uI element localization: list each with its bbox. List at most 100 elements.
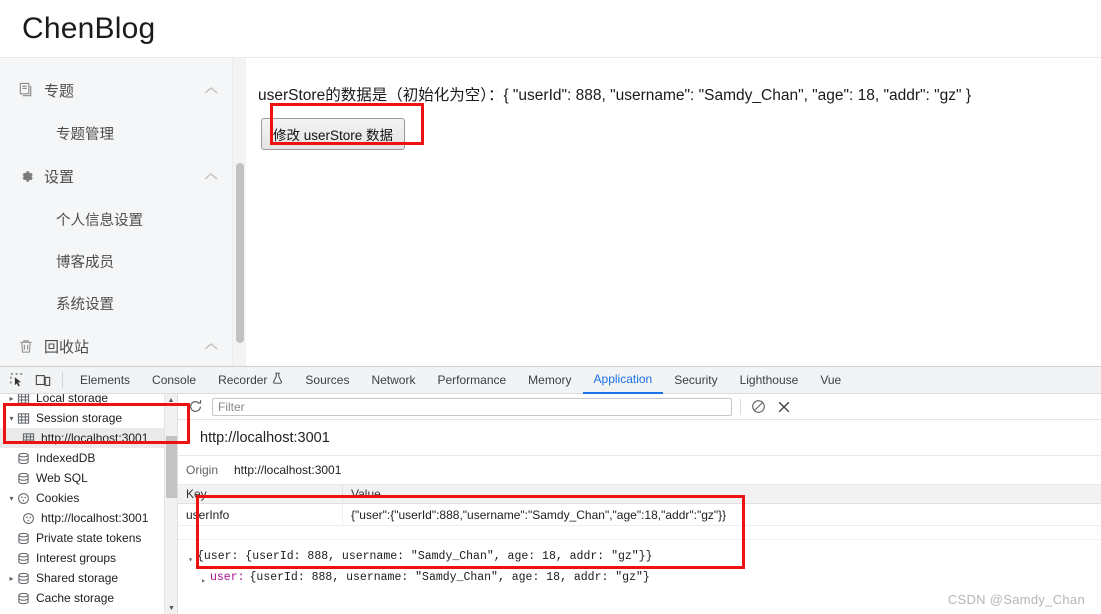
filter-input[interactable] xyxy=(212,397,732,416)
tree-item-session-storage-origin[interactable]: http://localhost:3001 xyxy=(0,428,177,448)
tab-label: Sources xyxy=(305,373,350,387)
tab-memory[interactable]: Memory xyxy=(517,367,582,393)
chevron-up-icon[interactable] xyxy=(204,342,218,351)
table-empty-row xyxy=(178,526,1101,540)
trash-icon xyxy=(18,338,44,355)
cell-key[interactable]: userInfo xyxy=(178,504,343,525)
origin-title: http://localhost:3001 xyxy=(178,420,1101,456)
tree-item-shared-storage[interactable]: ▸ Shared storage xyxy=(0,568,177,588)
storage-tree-scrollbar-thumb[interactable] xyxy=(166,436,177,498)
app-body: 专题 专题管理 设置 个人信息设置 博客成员 系统设置 回收站 userStor… xyxy=(0,58,1101,366)
clear-all-icon[interactable] xyxy=(749,398,767,416)
flask-icon xyxy=(272,367,283,393)
gear-icon xyxy=(18,168,44,185)
app-brand-title: ChenBlog xyxy=(22,11,156,45)
preview-root-text: {user: {userId: 888, username: "Samdy_Ch… xyxy=(197,550,653,563)
database-icon xyxy=(17,532,34,545)
preview-value-user: {userId: 888, username: "Samdy_Chan", ag… xyxy=(249,571,650,584)
page-scrollbar-thumb[interactable] xyxy=(236,163,244,343)
tab-performance[interactable]: Performance xyxy=(426,367,517,393)
tab-network[interactable]: Network xyxy=(360,367,426,393)
store-data-text: userStore的数据是（初始化为空）：{ "userId": 888, "u… xyxy=(258,87,972,104)
tab-label: Elements xyxy=(80,373,131,387)
twisty-expanded-icon[interactable]: ▾ xyxy=(6,494,17,503)
documents-icon xyxy=(18,82,44,99)
modify-userstore-button[interactable]: 修改 userStore 数据 xyxy=(261,118,406,150)
twisty-expanded-icon[interactable]: ▾ xyxy=(6,414,17,423)
web-app-region: ChenBlog 专题 专题管理 设置 个人信息设置 博客成员 系统设置 回收站… xyxy=(0,0,1101,366)
tree-item-indexeddb[interactable]: IndexedDB xyxy=(0,448,177,468)
tree-item-web-sql[interactable]: Web SQL xyxy=(0,468,177,488)
tab-label: Vue xyxy=(820,373,842,387)
sidebar-item-system-settings[interactable]: 系统设置 xyxy=(0,282,232,324)
sidebar-item-recycle-bin[interactable]: 回收站 xyxy=(0,324,232,366)
twisty-collapsed-icon[interactable]: ▸ xyxy=(6,394,17,403)
chevron-up-icon[interactable] xyxy=(204,172,218,181)
tree-item-label: Web SQL xyxy=(36,471,88,485)
tab-label: Application xyxy=(593,371,653,386)
cell-value[interactable]: {"user":{"userId":888,"username":"Samdy_… xyxy=(343,504,1101,525)
scroll-up-arrow-icon[interactable]: ▲ xyxy=(165,394,177,407)
tab-security[interactable]: Security xyxy=(663,367,728,393)
scroll-down-arrow-icon[interactable]: ▼ xyxy=(165,602,177,614)
tree-item-label: Interest groups xyxy=(36,551,117,565)
table-icon xyxy=(17,394,34,405)
value-preview-pane: ▾ {user: {userId: 888, username: "Samdy_… xyxy=(178,540,1101,590)
preview-line-root[interactable]: ▾ {user: {userId: 888, username: "Samdy_… xyxy=(184,548,1101,569)
toolbar-divider xyxy=(62,372,63,388)
column-header-key[interactable]: Key xyxy=(178,485,343,503)
storage-detail-panel: http://localhost:3001 Origin http://loca… xyxy=(178,394,1101,614)
tab-console[interactable]: Console xyxy=(141,367,207,393)
sidebar-item-topics[interactable]: 专题 xyxy=(0,68,232,112)
device-toolbar-icon[interactable] xyxy=(30,368,56,392)
tree-item-cookies-origin[interactable]: http://localhost:3001 xyxy=(0,508,177,528)
sidebar-item-label: 专题管理 xyxy=(56,126,114,143)
column-header-value[interactable]: Value xyxy=(343,485,1101,503)
delete-selected-icon[interactable] xyxy=(775,398,793,416)
tab-application[interactable]: Application xyxy=(582,367,664,394)
tree-item-label: Session storage xyxy=(36,411,123,425)
tab-vue[interactable]: Vue xyxy=(809,367,852,393)
tree-item-private-state-tokens[interactable]: Private state tokens xyxy=(0,528,177,548)
tab-label: Memory xyxy=(528,373,572,387)
twisty-collapsed-icon[interactable]: ▸ xyxy=(6,574,17,583)
tree-item-session-storage[interactable]: ▾ Session storage xyxy=(0,408,177,428)
storage-filter-bar xyxy=(178,394,1101,420)
tree-item-label: IndexedDB xyxy=(36,451,96,465)
tab-elements[interactable]: Elements xyxy=(69,367,141,393)
tree-item-interest-groups[interactable]: Interest groups xyxy=(0,548,177,568)
refresh-icon[interactable] xyxy=(186,398,204,416)
tab-lighthouse[interactable]: Lighthouse xyxy=(729,367,810,393)
twisty-expanded-icon[interactable]: ▾ xyxy=(184,548,197,569)
tab-label: Lighthouse xyxy=(739,373,799,387)
page-scrollbar[interactable] xyxy=(232,58,246,366)
storage-key-value-table: Key Value userInfo {"user":{"userId":888… xyxy=(178,485,1101,540)
inspect-element-icon[interactable] xyxy=(4,368,30,392)
origin-value: http://localhost:3001 xyxy=(234,463,342,477)
sidebar-item-blog-members[interactable]: 博客成员 xyxy=(0,240,232,282)
tree-item-local-storage[interactable]: ▸ Local storage xyxy=(0,394,177,408)
preview-line-user[interactable]: ▸ user: {userId: 888, username: "Samdy_C… xyxy=(184,569,1101,590)
sidebar-item-label: 个人信息设置 xyxy=(56,212,143,229)
storage-tree-scrollbar[interactable]: ▲ ▼ xyxy=(164,394,177,614)
csdn-watermark: CSDN @Samdy_Chan xyxy=(947,592,1085,607)
app-main-content: userStore的数据是（初始化为空）：{ "userId": 888, "u… xyxy=(246,58,1101,366)
tree-item-cache-storage[interactable]: Cache storage xyxy=(0,588,177,608)
tree-item-label: http://localhost:3001 xyxy=(41,431,149,445)
twisty-collapsed-icon[interactable]: ▸ xyxy=(197,569,210,590)
database-icon xyxy=(17,452,34,465)
sidebar-item-topic-management[interactable]: 专题管理 xyxy=(0,112,232,154)
tree-item-cookies[interactable]: ▾ Cookies xyxy=(0,488,177,508)
chevron-up-icon[interactable] xyxy=(204,86,218,95)
tree-item-label: Private state tokens xyxy=(36,531,142,545)
devtools-tabbar: Elements Console Recorder Sources Networ… xyxy=(0,367,1101,394)
table-row[interactable]: userInfo {"user":{"userId":888,"username… xyxy=(178,504,1101,526)
sidebar-item-label: 博客成员 xyxy=(56,254,114,271)
origin-row: Origin http://localhost:3001 xyxy=(178,456,1101,485)
tab-sources[interactable]: Sources xyxy=(294,367,360,393)
sidebar-item-settings[interactable]: 设置 xyxy=(0,154,232,198)
tab-recorder[interactable]: Recorder xyxy=(207,367,294,393)
sidebar-item-label: 系统设置 xyxy=(56,296,114,313)
screenshot-root: ChenBlog 专题 专题管理 设置 个人信息设置 博客成员 系统设置 回收站… xyxy=(0,0,1101,614)
sidebar-item-profile-settings[interactable]: 个人信息设置 xyxy=(0,198,232,240)
